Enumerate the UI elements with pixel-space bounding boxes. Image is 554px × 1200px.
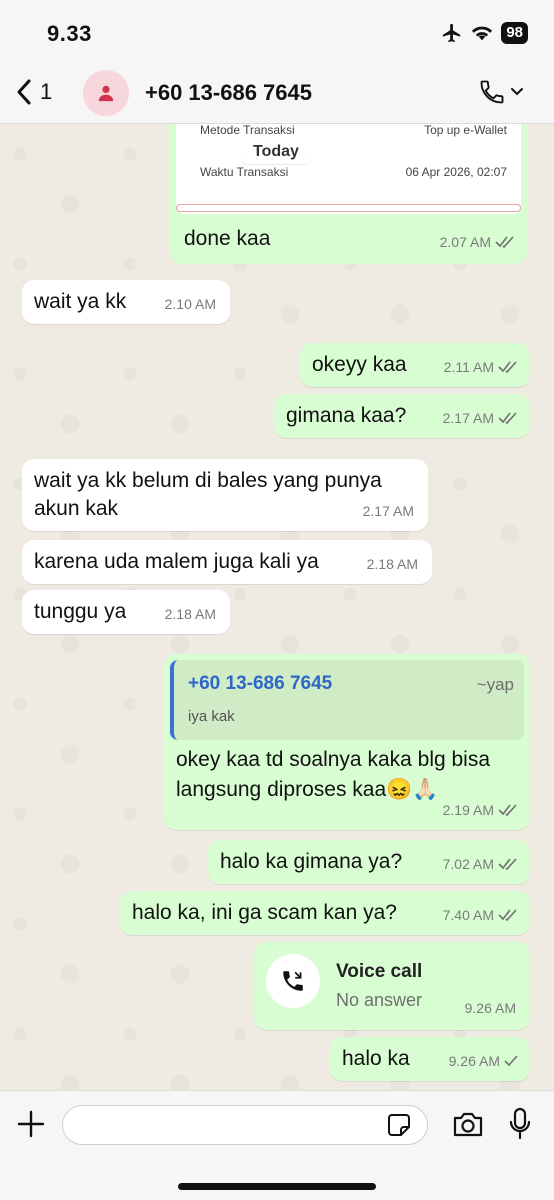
message-time: 2.07 AM [439,234,491,250]
chevron-down-icon [511,88,523,96]
avatar[interactable] [83,70,129,116]
chat-area[interactable]: Metode Transaksi Top up e-Wallet Waktu T… [0,124,554,1090]
message-meta: 2.11 AM [444,353,518,381]
unread-count: 1 [40,79,53,104]
sticker-button[interactable] [386,1112,412,1143]
battery-indicator: 98 [501,22,528,44]
status-bar: 9.33 98 [0,0,554,62]
back-button[interactable]: 1 [16,78,52,106]
composer [0,1090,554,1200]
double-check-icon [498,412,517,424]
receipt-divider [176,204,521,212]
status-time: 9.33 [47,21,92,46]
phone-icon [480,80,504,104]
message-meta: 2.17 AM [443,404,518,432]
camera-icon [453,1112,483,1137]
message-outgoing[interactable]: halo ka 9.26 AM [330,1037,530,1081]
message-time: 2.18 AM [164,606,216,622]
airplane-icon [443,23,461,43]
message-time: 2.18 AM [366,556,418,572]
message-meta: 7.40 AM [443,901,518,929]
message-outgoing[interactable]: gimana kaa? 2.17 AM [274,394,530,438]
call-title: Voice call [336,961,423,982]
sticker-icon [388,1114,410,1136]
call-icon-circle [266,954,320,1008]
message-time: 2.10 AM [164,296,216,312]
call-button[interactable] [478,78,524,106]
plus-icon [17,1110,45,1138]
camera-button[interactable] [452,1110,484,1143]
home-indicator [178,1183,376,1190]
person-icon [98,85,114,102]
double-check-icon [498,804,517,816]
message-text: halo ka, ini ga scam kan ya? [132,901,397,924]
message-incoming[interactable]: wait ya kk 2.10 AM [22,280,230,324]
quoted-text: iya kak [188,708,235,725]
chevron-left-icon [17,79,31,105]
double-check-icon [495,236,514,248]
message-text: okeyy kaa [312,353,407,376]
message-meta: 7.02 AM [443,850,518,878]
call-status: No answer [336,990,423,1010]
status-icons: 98 [441,22,528,44]
message-time: 2.11 AM [443,359,494,375]
message-incoming[interactable]: karena uda malem juga kali ya 2.18 AM [22,540,432,584]
single-check-icon [504,1055,518,1067]
message-text: karena uda malem juga kali ya [34,550,319,573]
message-outgoing[interactable]: halo ka, ini ga scam kan ya? 7.40 AM [120,891,530,935]
quoted-alias: ~yap [476,675,514,694]
double-check-icon [498,858,517,870]
receipt-time-value: 06 Apr 2026, 02:07 [405,165,507,179]
message-text: done kaa [184,227,271,250]
quoted-message[interactable]: +60 13-686 7645 ~yap iya kak [170,660,524,740]
receipt-row-method: Metode Transaksi Top up e-Wallet [200,124,507,137]
message-outgoing[interactable]: done kaa 2.07 AM [170,216,527,262]
receipt-row-time: Waktu Transaksi 06 Apr 2026, 02:07 [200,165,507,179]
attach-button[interactable] [16,1109,46,1144]
double-check-icon [498,909,517,921]
double-check-icon [498,361,517,373]
message-outgoing[interactable]: okeyy kaa 2.11 AM [300,343,530,387]
message-time: 9.26 AM [448,1053,500,1069]
contact-name[interactable]: +60 13-686 7645 [145,80,312,106]
microphone-button[interactable] [509,1107,531,1146]
message-incoming[interactable]: wait ya kk belum di bales yang punya aku… [22,459,428,531]
message-time: 2.17 AM [362,503,414,519]
receipt-method-label: Metode Transaksi [200,124,295,137]
message-text: gimana kaa? [286,404,407,427]
message-meta: 2.19 AM [443,796,518,824]
quoted-sender: +60 13-686 7645 [188,673,333,694]
message-time: 7.02 AM [442,856,494,872]
microphone-icon [509,1107,531,1140]
receipt-image[interactable]: Metode Transaksi Top up e-Wallet Waktu T… [176,124,521,214]
missed-call-icon [283,971,303,991]
message-time: 7.40 AM [442,907,494,923]
message-meta: 2.07 AM [440,228,515,256]
receipt-time-label: Waktu Transaksi [200,165,289,179]
voice-call-bubble[interactable]: Voice call No answer 9.26 AM [254,942,530,1030]
message-outgoing-reply[interactable]: +60 13-686 7645 ~yap iya kak okey kaa td… [164,654,530,830]
chat-header: 1 +60 13-686 7645 [0,62,554,124]
message-text: tunggu ya [34,600,127,623]
message-outgoing[interactable]: halo ka gimana ya? 7.02 AM [208,840,530,884]
date-chip: Today [240,140,312,164]
message-time: 9.26 AM [464,1000,516,1016]
message-meta: 9.26 AM [449,1047,518,1075]
message-time: 2.19 AM [442,802,494,818]
receipt-method-value: Top up e-Wallet [424,124,507,137]
message-text: halo ka gimana ya? [220,850,403,873]
message-incoming[interactable]: tunggu ya 2.18 AM [22,590,230,634]
wifi-icon [472,26,493,41]
message-input[interactable] [62,1105,428,1145]
message-text: halo ka [342,1047,410,1070]
message-text: wait ya kk [34,290,127,313]
message-time: 2.17 AM [442,410,494,426]
